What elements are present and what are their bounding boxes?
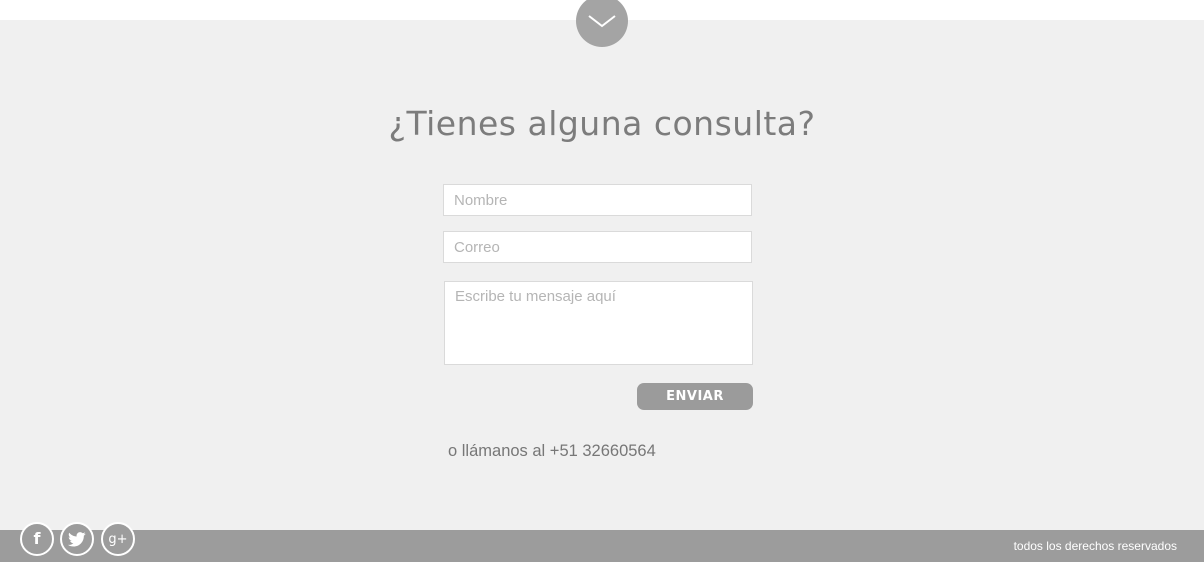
send-button[interactable]: ENVIAR bbox=[637, 383, 753, 410]
facebook-link[interactable]: f bbox=[20, 522, 54, 556]
phone-text: o llámanos al +51 32660564 bbox=[448, 442, 656, 460]
chevron-down-icon bbox=[588, 15, 616, 28]
google-plus-icon: g+ bbox=[108, 531, 128, 547]
facebook-icon: f bbox=[33, 529, 41, 548]
twitter-link[interactable] bbox=[60, 522, 94, 556]
message-field[interactable] bbox=[444, 281, 753, 365]
name-field[interactable] bbox=[443, 184, 752, 216]
google-plus-link[interactable]: g+ bbox=[101, 522, 135, 556]
page-title: ¿Tienes alguna consulta? bbox=[388, 104, 816, 143]
copyright-text: todos los derechos reservados bbox=[1013, 539, 1177, 553]
scroll-down-button[interactable] bbox=[576, 0, 628, 47]
email-field[interactable] bbox=[443, 231, 752, 263]
twitter-icon bbox=[68, 531, 86, 546]
